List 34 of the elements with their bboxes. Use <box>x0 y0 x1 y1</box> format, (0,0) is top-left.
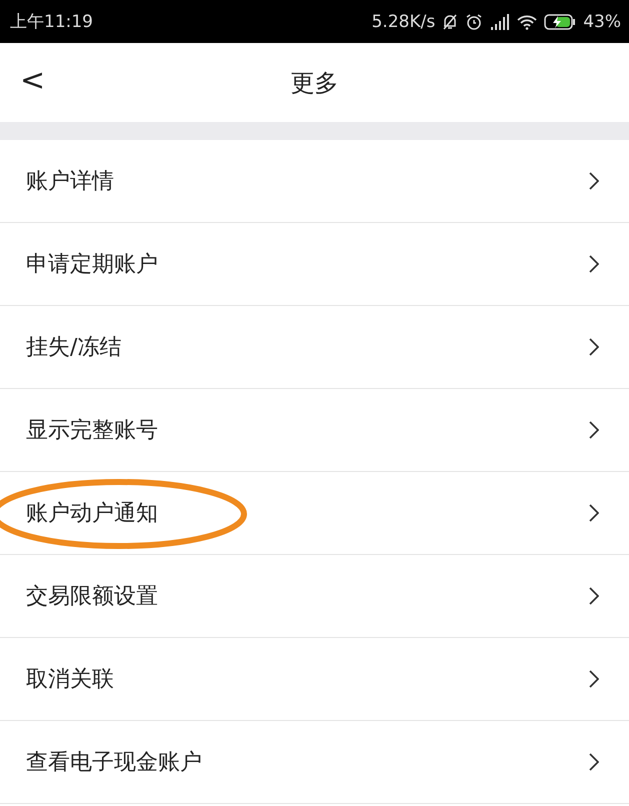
chevron-right-icon <box>589 587 599 605</box>
back-button[interactable]: < <box>14 63 52 98</box>
wifi-icon <box>517 14 538 30</box>
menu-item-label: 账户详情 <box>26 168 114 196</box>
menu-item-label: 取消关联 <box>26 666 114 694</box>
menu-item[interactable]: 显示完整账号 <box>0 389 629 472</box>
alarm-icon <box>465 12 484 30</box>
battery-charging-icon <box>544 14 576 30</box>
menu-item[interactable]: 账户动户通知 <box>0 472 629 555</box>
chevron-right-icon <box>589 172 599 190</box>
menu-item[interactable]: 账户详情 <box>0 140 629 223</box>
status-time: 上午11:19 <box>10 11 93 33</box>
menu-item-label: 账户动户通知 <box>26 500 158 528</box>
menu-item-label: 交易限额设置 <box>26 583 158 611</box>
menu-item[interactable]: 挂失/冻结 <box>0 306 629 389</box>
menu-item[interactable]: 申请定期账户 <box>0 223 629 306</box>
page-title: 更多 <box>290 68 338 98</box>
signal-icon <box>490 14 510 30</box>
menu-item-label: 显示完整账号 <box>26 417 158 445</box>
chevron-right-icon <box>589 504 599 522</box>
menu-item-label: 挂失/冻结 <box>26 334 122 362</box>
chevron-right-icon <box>589 255 599 273</box>
menu-item[interactable]: 查看电子现金账户 <box>0 721 629 804</box>
menu-item-label: 申请定期账户 <box>26 251 158 279</box>
battery-percent: 43% <box>583 12 621 32</box>
chevron-right-icon <box>589 670 599 688</box>
menu-item[interactable]: 交易限额设置 <box>0 555 629 638</box>
menu-item-label: 查看电子现金账户 <box>26 749 202 777</box>
network-speed: 5.28K/s <box>372 12 436 32</box>
bell-muted-icon <box>442 12 458 30</box>
chevron-right-icon <box>589 753 599 771</box>
chevron-right-icon <box>589 421 599 439</box>
menu-item[interactable]: 取消关联 <box>0 638 629 721</box>
chevron-right-icon <box>589 338 599 356</box>
